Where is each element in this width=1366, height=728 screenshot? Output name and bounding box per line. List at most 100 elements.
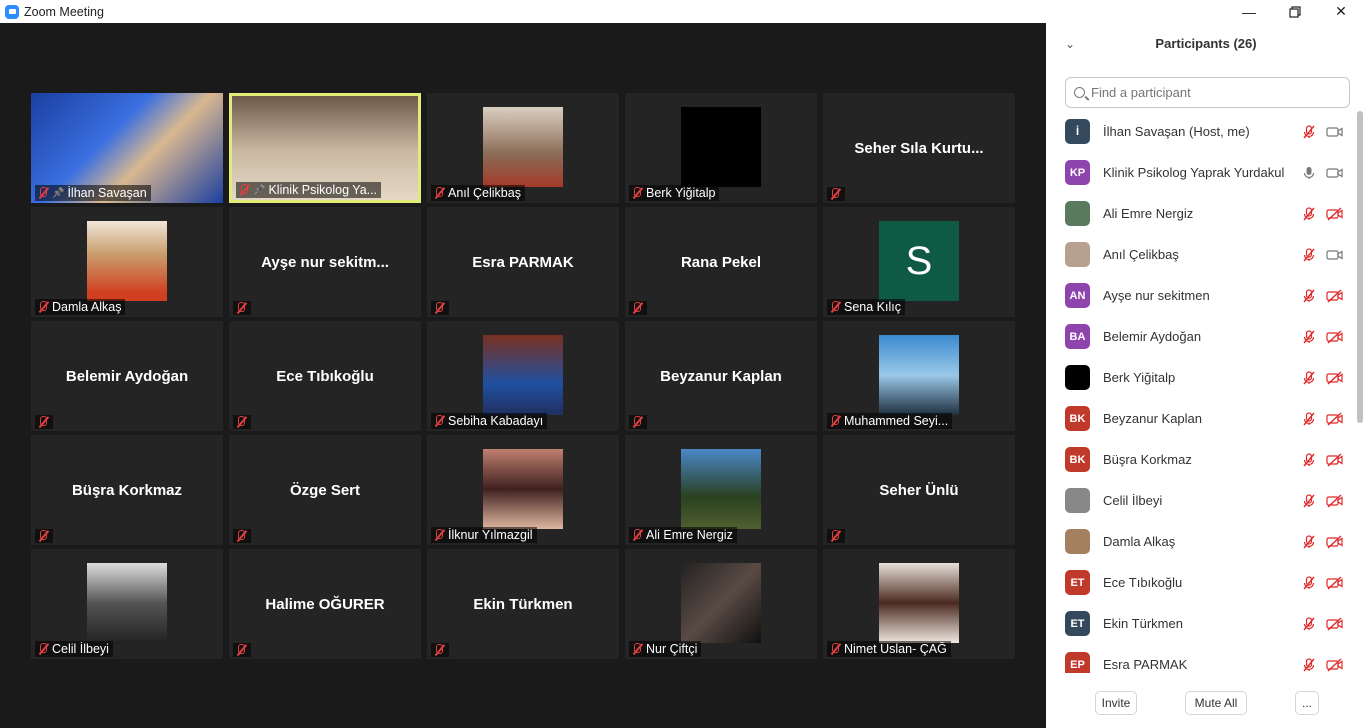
camera-off-icon[interactable] xyxy=(1326,575,1344,590)
video-tile[interactable]: Ekin Türkmen xyxy=(427,549,619,659)
mic-muted-icon[interactable] xyxy=(1302,452,1316,467)
zoom-app-icon xyxy=(5,4,19,19)
camera-off-icon[interactable] xyxy=(1326,657,1344,672)
participant-row[interactable]: BA Belemir Aydoğan xyxy=(1046,316,1356,357)
participant-row[interactable]: BK Beyzanur Kaplan xyxy=(1046,398,1356,439)
search-input[interactable] xyxy=(1091,85,1331,100)
tile-name: Damla Alkaş xyxy=(52,300,122,314)
mic-muted-icon[interactable] xyxy=(1302,288,1316,303)
video-tile[interactable]: Beyzanur Kaplan xyxy=(625,321,817,431)
video-tile[interactable]: İlknur Yılmazgil xyxy=(427,435,619,545)
avatar xyxy=(681,449,761,529)
video-tile[interactable]: Seher Ünlü xyxy=(823,435,1015,545)
tile-label xyxy=(827,187,845,201)
video-tile[interactable]: Anıl Çelikbaş xyxy=(427,93,619,203)
tile-label: Anıl Çelikbaş xyxy=(431,185,525,201)
mic-muted-icon[interactable] xyxy=(1302,370,1316,385)
mic-muted-icon[interactable] xyxy=(1302,206,1316,221)
more-button[interactable]: ... xyxy=(1295,691,1319,715)
camera-off-icon[interactable] xyxy=(1326,534,1344,549)
pin-icon: 📌 xyxy=(52,187,65,199)
mic-muted-icon[interactable] xyxy=(1302,534,1316,549)
video-tile[interactable]: Ece Tıbıkoğlu xyxy=(229,321,421,431)
video-tile[interactable]: Özge Sert xyxy=(229,435,421,545)
camera-off-icon[interactable] xyxy=(1326,452,1344,467)
tile-participant-name: Ece Tıbıkoğlu xyxy=(276,367,374,385)
tile-participant-name: Halime OĞURER xyxy=(265,595,385,613)
participant-row[interactable]: Anıl Çelikbaş xyxy=(1046,234,1356,275)
participant-search[interactable] xyxy=(1065,77,1350,108)
mic-muted-icon[interactable] xyxy=(1302,329,1316,344)
participant-name: Anıl Çelikbaş xyxy=(1103,247,1179,262)
tile-label xyxy=(233,643,251,657)
video-tile[interactable]: Damla Alkaş xyxy=(31,207,223,317)
participant-name: Ali Emre Nergiz xyxy=(1103,206,1194,221)
participant-row[interactable]: ET Ece Tıbıkoğlu xyxy=(1046,562,1356,603)
invite-button[interactable]: Invite xyxy=(1095,691,1137,715)
video-tile[interactable]: Rana Pekel xyxy=(625,207,817,317)
participant-row[interactable]: Celil İlbeyi xyxy=(1046,480,1356,521)
video-tile[interactable]: 📌 İlhan Savaşan xyxy=(31,93,223,203)
mic-muted-icon[interactable] xyxy=(1302,247,1316,262)
video-tile[interactable]: Belemir Aydoğan xyxy=(31,321,223,431)
video-tile[interactable]: Ali Emre Nergiz xyxy=(625,435,817,545)
video-tile[interactable]: Celil İlbeyi xyxy=(31,549,223,659)
mic-icon[interactable] xyxy=(1302,166,1316,180)
video-tile[interactable]: Ayşe nur sekitm... xyxy=(229,207,421,317)
camera-icon[interactable] xyxy=(1326,125,1344,139)
camera-off-icon[interactable] xyxy=(1326,370,1344,385)
video-tile[interactable]: 📌 Klinik Psikolog Ya... xyxy=(229,93,421,203)
participant-list: İ İlhan Savaşan (Host, me) KP Klinik Psikol… xyxy=(1046,111,1356,673)
camera-off-icon[interactable] xyxy=(1326,329,1344,344)
camera-off-icon[interactable] xyxy=(1326,493,1344,508)
participant-row[interactable]: EP Esra PARMAK xyxy=(1046,644,1356,673)
camera-icon[interactable] xyxy=(1326,248,1344,262)
video-tile[interactable]: Halime OĞURER xyxy=(229,549,421,659)
mute-all-button[interactable]: Mute All xyxy=(1185,691,1247,715)
participant-row[interactable]: BK Büşra Korkmaz xyxy=(1046,439,1356,480)
video-tile[interactable]: Nimet Uslan- ÇAĞ xyxy=(823,549,1015,659)
tile-participant-name: Seher Sıla Kurtu... xyxy=(854,139,984,157)
camera-icon[interactable] xyxy=(1326,166,1344,180)
minimize-button[interactable]: — xyxy=(1226,0,1272,23)
mic-muted-icon[interactable] xyxy=(1302,124,1316,139)
title-bar: Zoom Meeting — ✕ xyxy=(0,0,1366,23)
video-tile[interactable]: Seher Sıla Kurtu... xyxy=(823,93,1015,203)
video-tile[interactable]: Büşra Korkmaz xyxy=(31,435,223,545)
participant-row[interactable]: AN Ayşe nur sekitmen xyxy=(1046,275,1356,316)
mic-muted-icon[interactable] xyxy=(1302,493,1316,508)
mic-muted-icon[interactable] xyxy=(1302,575,1316,590)
participant-scrollbar[interactable] xyxy=(1357,111,1363,671)
tile-label: Damla Alkaş xyxy=(35,299,126,315)
mic-muted-icon xyxy=(631,302,643,314)
mic-muted-icon[interactable] xyxy=(1302,657,1316,672)
mic-muted-icon xyxy=(829,643,841,655)
participant-avatar: KP xyxy=(1065,160,1090,185)
video-tile[interactable]: Berk Yiğitalp xyxy=(625,93,817,203)
participant-row[interactable]: KP Klinik Psikolog Yaprak Yurdakul xyxy=(1046,152,1356,193)
video-tile[interactable]: Esra PARMAK xyxy=(427,207,619,317)
tile-label xyxy=(431,643,449,657)
video-tile[interactable]: Nur Çiftçi xyxy=(625,549,817,659)
participant-row[interactable]: Ali Emre Nergiz xyxy=(1046,193,1356,234)
participant-row[interactable]: Berk Yiğitalp xyxy=(1046,357,1356,398)
video-tile[interactable]: S Sena Kılıç xyxy=(823,207,1015,317)
camera-off-icon[interactable] xyxy=(1326,616,1344,631)
mic-muted-icon[interactable] xyxy=(1302,411,1316,426)
participant-row[interactable]: İ İlhan Savaşan (Host, me) xyxy=(1046,111,1356,152)
participant-row[interactable]: Damla Alkaş xyxy=(1046,521,1356,562)
tile-label: Nur Çiftçi xyxy=(629,641,702,657)
camera-off-icon[interactable] xyxy=(1326,288,1344,303)
tile-label: İlknur Yılmazgil xyxy=(431,527,537,543)
participant-row[interactable]: ET Ekin Türkmen xyxy=(1046,603,1356,644)
camera-off-icon[interactable] xyxy=(1326,411,1344,426)
close-button[interactable]: ✕ xyxy=(1318,0,1364,23)
camera-off-icon[interactable] xyxy=(1326,206,1344,221)
video-tile[interactable]: Sebiha Kabadayı xyxy=(427,321,619,431)
participant-avatar: İ xyxy=(1065,119,1090,144)
mic-muted-icon[interactable] xyxy=(1302,616,1316,631)
restore-button[interactable] xyxy=(1272,0,1318,23)
mic-muted-icon xyxy=(235,416,247,428)
mic-muted-icon xyxy=(631,529,643,541)
video-tile[interactable]: Muhammed Seyi... xyxy=(823,321,1015,431)
